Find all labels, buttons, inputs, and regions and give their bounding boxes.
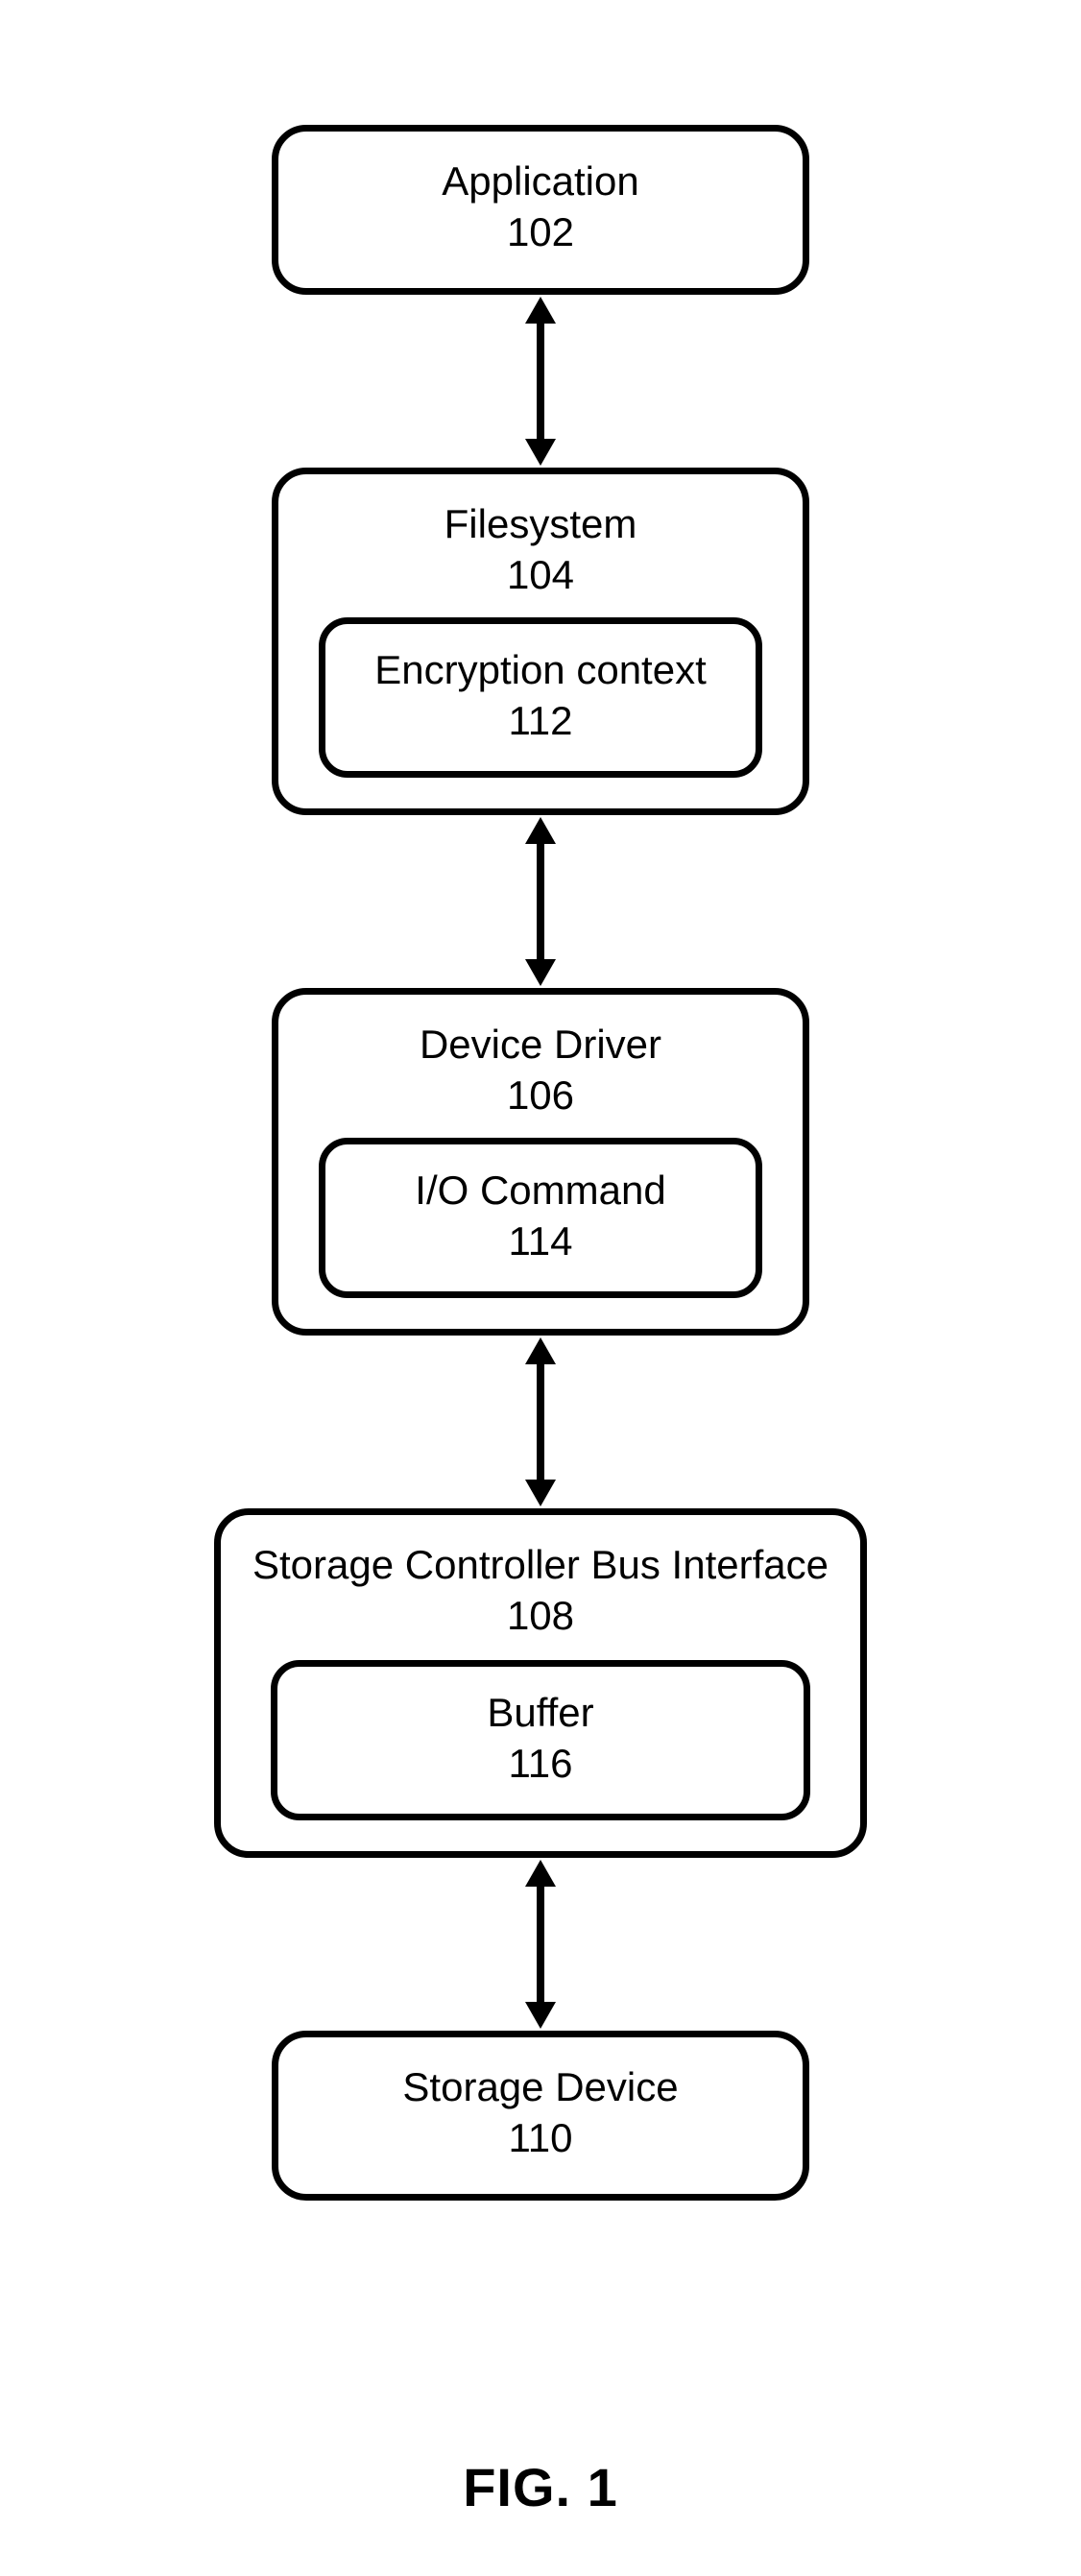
block-storage-device: Storage Device 110 xyxy=(272,2031,809,2201)
block-ref-num: 116 xyxy=(289,1739,792,1790)
double-arrow-icon xyxy=(519,295,562,468)
block-application: Application 102 xyxy=(272,125,809,295)
block-device-driver: Device Driver 106 I/O Command 114 xyxy=(272,988,809,1336)
double-arrow-icon xyxy=(519,1858,562,2031)
block-title: Storage Device xyxy=(301,2062,780,2113)
block-title: I/O Command xyxy=(337,1166,744,1216)
block-filesystem: Filesystem 104 Encryption context 112 xyxy=(272,468,809,815)
block-buffer: Buffer 116 xyxy=(271,1660,810,1820)
double-arrow-icon xyxy=(519,815,562,988)
block-ref-num: 110 xyxy=(301,2113,780,2164)
block-title: Device Driver xyxy=(301,1020,780,1071)
block-storage-controller-bus-interface: Storage Controller Bus Interface 108 Buf… xyxy=(214,1508,867,1858)
block-diagram: Application 102 Filesystem 104 Encryptio… xyxy=(204,125,877,2201)
block-io-command: I/O Command 114 xyxy=(319,1138,762,1298)
figure-label: FIG. 1 xyxy=(463,2456,618,2518)
block-ref-num: 114 xyxy=(337,1216,744,1267)
block-ref-num: 108 xyxy=(244,1591,837,1642)
block-ref-num: 112 xyxy=(337,696,744,747)
block-ref-num: 106 xyxy=(301,1071,780,1121)
block-title: Buffer xyxy=(289,1688,792,1739)
block-ref-num: 104 xyxy=(301,550,780,601)
block-ref-num: 102 xyxy=(301,207,780,258)
double-arrow-icon xyxy=(519,1336,562,1508)
block-title: Storage Controller Bus Interface xyxy=(244,1540,837,1591)
block-title: Encryption context xyxy=(337,645,744,696)
block-title: Application xyxy=(301,156,780,207)
block-encryption-context: Encryption context 112 xyxy=(319,617,762,778)
block-title: Filesystem xyxy=(301,499,780,550)
